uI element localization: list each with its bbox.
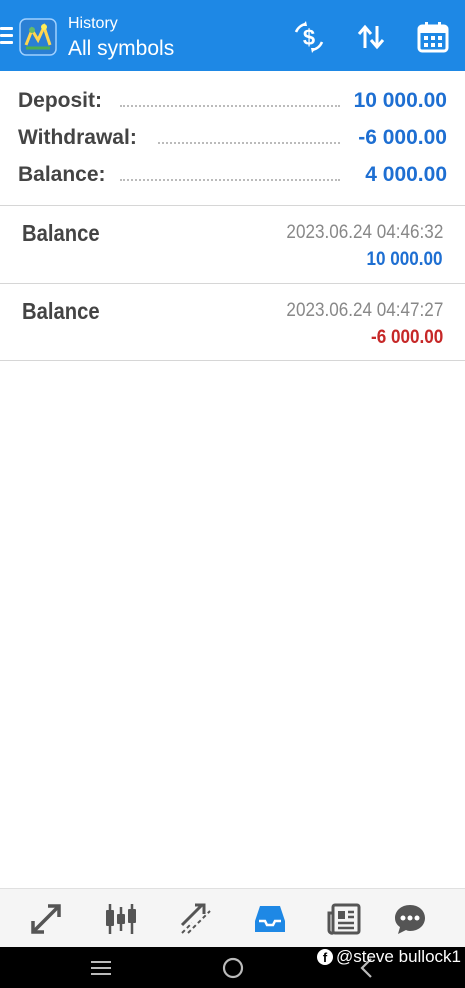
- deal-amount: 10 000.00: [366, 249, 443, 270]
- deal-time: 2023.06.24 04:47:27: [286, 300, 443, 321]
- deal-type: Balance: [22, 298, 100, 324]
- withdrawal-label: Withdrawal:: [18, 126, 141, 150]
- list-item[interactable]: Balance 2023.06.24 04:46:32 10 000.00: [0, 206, 465, 283]
- deal-type: Balance: [22, 220, 100, 246]
- watermark: f @steve bullock1: [317, 947, 461, 967]
- appbar-title[interactable]: All symbols: [68, 37, 174, 61]
- deposit-row: Deposit: 10 000.00: [0, 85, 465, 121]
- chart-icon[interactable]: [103, 901, 139, 937]
- dotted-leader: [120, 105, 340, 107]
- bottom-navigation: [0, 888, 465, 948]
- calendar-icon[interactable]: [416, 20, 450, 54]
- news-icon[interactable]: [326, 901, 362, 937]
- metatrader-logo-icon: [19, 18, 57, 56]
- deal-time: 2023.06.24 04:46:32: [286, 222, 443, 243]
- balance-label: Balance:: [18, 163, 110, 187]
- recent-apps-icon[interactable]: [88, 955, 114, 981]
- list-item[interactable]: Balance 2023.06.24 04:47:27 -6 000.00: [0, 284, 465, 361]
- history-summary: Deposit: 10 000.00 Withdrawal: -6 000.00…: [0, 71, 465, 205]
- app-bar: History All symbols $: [0, 0, 465, 71]
- deposit-label: Deposit:: [18, 89, 106, 113]
- facebook-icon: f: [317, 949, 333, 965]
- messages-icon[interactable]: [392, 901, 428, 937]
- trade-icon[interactable]: [178, 901, 214, 937]
- quotes-icon[interactable]: [28, 901, 64, 937]
- system-navigation-bar: f @steve bullock1: [0, 947, 465, 988]
- dotted-leader: [120, 179, 340, 181]
- appbar-subtitle: History: [68, 15, 118, 32]
- balance-value: 4 000.00: [361, 163, 447, 187]
- currency-exchange-icon[interactable]: $: [292, 20, 326, 54]
- balance-row: Balance: 4 000.00: [0, 159, 465, 195]
- history-icon[interactable]: [252, 901, 288, 937]
- svg-text:$: $: [303, 25, 315, 50]
- watermark-text: @steve bullock1: [336, 947, 461, 966]
- divider: [0, 360, 465, 361]
- withdrawal-value: -6 000.00: [354, 126, 447, 150]
- sort-icon[interactable]: [354, 20, 388, 54]
- dotted-leader: [158, 142, 340, 144]
- deposit-value: 10 000.00: [349, 89, 447, 113]
- home-icon[interactable]: [220, 955, 246, 981]
- deal-amount: -6 000.00: [370, 327, 443, 348]
- menu-icon[interactable]: [0, 27, 13, 45]
- withdrawal-row: Withdrawal: -6 000.00: [0, 122, 465, 158]
